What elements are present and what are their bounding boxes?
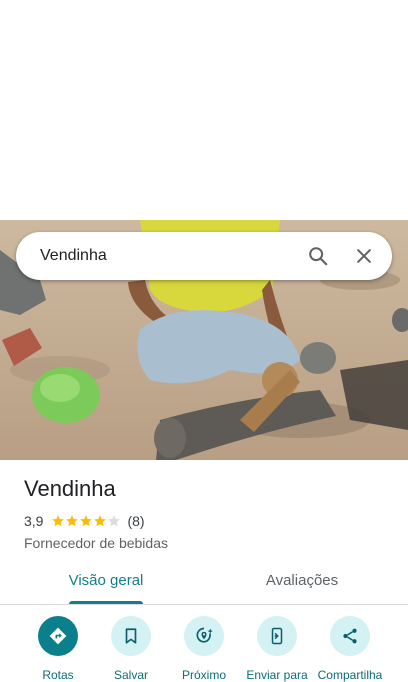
save-button[interactable]: Salvar [91, 616, 171, 682]
bookmark-icon [125, 628, 137, 644]
action-row: Rotas Salvar Próximo Enviar para Compart… [0, 616, 408, 682]
tab-active-indicator [69, 601, 143, 604]
search-icon [309, 247, 328, 266]
directions-circle [38, 616, 78, 656]
tab-bar: Visão geral Avaliações [0, 562, 408, 605]
map-area-blank [0, 0, 408, 220]
search-bar[interactable]: Vendinha [16, 232, 392, 280]
star-full-icon [94, 515, 107, 527]
nearby-button[interactable]: Próximo [164, 616, 244, 682]
tab-overview[interactable]: Visão geral [0, 562, 212, 604]
send-to-phone-icon [271, 627, 283, 645]
send-to-phone-button[interactable]: Enviar para [237, 616, 317, 682]
rating-row[interactable]: 3,9 (8) [24, 512, 384, 530]
star-full-icon [80, 515, 93, 527]
save-circle [111, 616, 151, 656]
share-icon [343, 628, 357, 644]
rating-stars [51, 514, 121, 528]
share-button[interactable]: Compartilha [310, 616, 390, 682]
place-title: Vendinha [24, 476, 116, 501]
review-count: (8) [127, 513, 145, 529]
nearby-icon [196, 627, 213, 643]
directions-icon [49, 627, 67, 645]
star-full-icon [52, 515, 65, 527]
star-full-icon [66, 515, 79, 527]
close-button[interactable] [344, 236, 384, 276]
close-icon [357, 249, 371, 263]
directions-button[interactable]: Rotas [18, 616, 98, 682]
tab-reviews-label: Avaliações [265, 572, 339, 589]
nearby-circle [184, 616, 224, 656]
place-info: Vendinha 3,9 (8) Fornecedor de bebidas [24, 476, 384, 551]
star-empty-icon [108, 515, 121, 527]
rating-value: 3,9 [24, 513, 44, 529]
share-circle [330, 616, 370, 656]
tab-overview-label: Visão geral [68, 572, 144, 589]
place-category[interactable]: Fornecedor de bebidas [24, 535, 384, 551]
tab-reviews[interactable]: Avaliações [196, 562, 408, 604]
search-query[interactable]: Vendinha [40, 247, 298, 265]
search-button[interactable] [298, 236, 338, 276]
send-circle [257, 616, 297, 656]
